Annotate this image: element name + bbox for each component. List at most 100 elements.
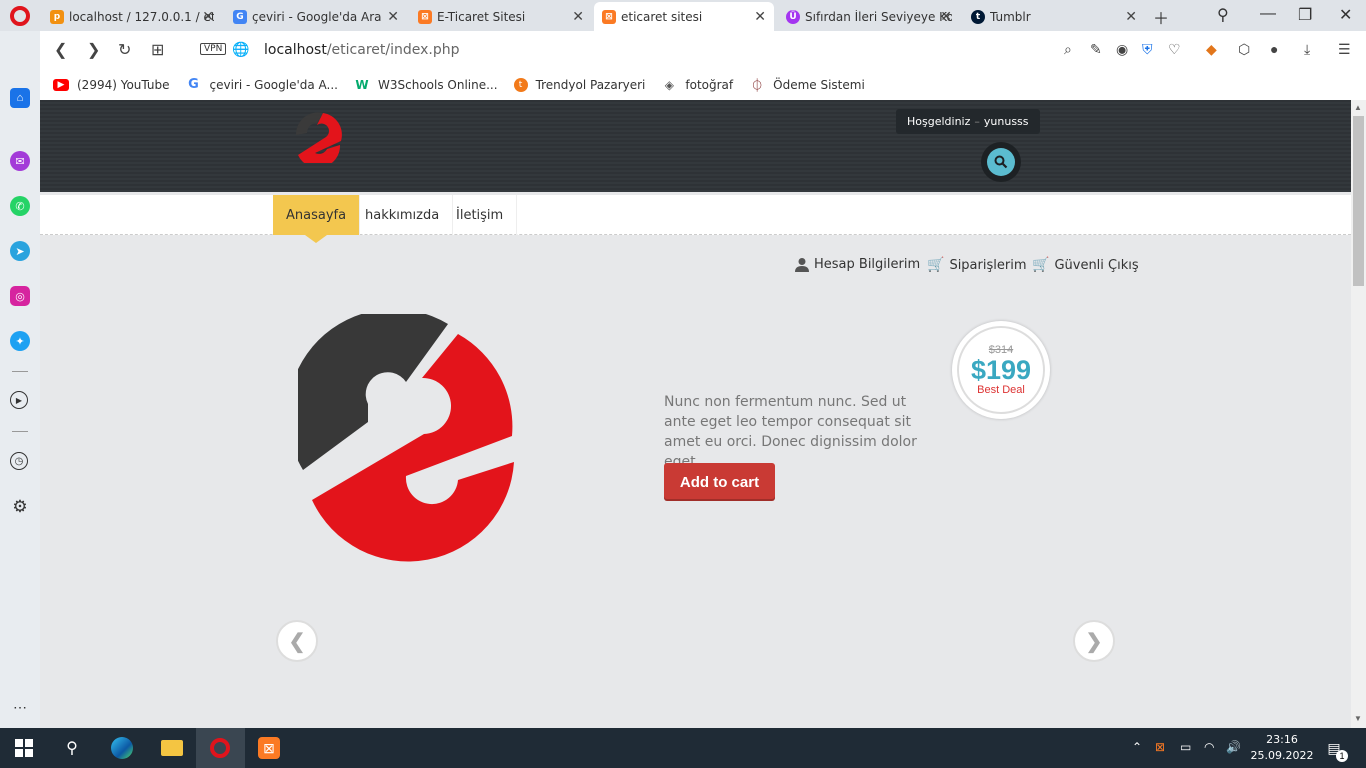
messenger-icon[interactable]: ✉ <box>10 151 30 171</box>
sidebar-divider <box>12 371 28 372</box>
trendyol-icon: t <box>513 77 528 92</box>
tab-udemy[interactable]: Ü Sıfırdan İleri Seviyeye Kod ✕ <box>778 2 960 31</box>
close-tab-icon[interactable]: ✕ <box>572 9 584 25</box>
volume-icon[interactable]: 🔊 <box>1226 740 1241 754</box>
windows-start-icon[interactable] <box>12 736 36 760</box>
history-icon[interactable]: ◷ <box>10 452 28 470</box>
tab-google[interactable]: G çeviri - Google'da Ara ✕ <box>225 2 407 31</box>
search-tabs-icon[interactable]: ⚲ <box>1217 5 1229 25</box>
account-link[interactable]: Hesap Bilgilerim <box>794 257 920 272</box>
site-logo[interactable] <box>293 107 343 163</box>
url-path: /eticaret/index.php <box>326 42 460 58</box>
speed-dial-icon[interactable]: ⊞ <box>151 40 164 60</box>
shield-icon[interactable]: ⛨ <box>1142 41 1153 58</box>
edge-icon[interactable] <box>110 736 134 760</box>
search-icon <box>994 155 1008 169</box>
bookmark-odeme[interactable]: ⏀ Ödeme Sistemi <box>749 77 865 95</box>
battery-icon[interactable]: ▭ <box>1180 740 1191 754</box>
more-icon[interactable]: ⋯ <box>10 697 30 717</box>
home-icon[interactable]: ⌂ <box>10 88 30 108</box>
tab-title: localhost / 127.0.0.1 / eticaret <box>69 9 214 24</box>
tumblr-icon: t <box>971 9 985 24</box>
logout-link[interactable]: 🛒 Güvenli Çıkış <box>1032 257 1139 273</box>
w3schools-icon: W <box>355 77 369 92</box>
metamask-icon[interactable]: ◆ <box>1206 41 1217 58</box>
notifications-icon[interactable]: ▤ 1 <box>1322 736 1348 762</box>
bookmark-trendyol[interactable]: t Trendyol Pazaryeri <box>513 77 646 92</box>
scroll-thumb[interactable] <box>1353 116 1364 286</box>
bookmark-label: fotoğraf <box>685 77 734 92</box>
windows-taskbar: ⚲ ⊠ ⌃ ⊠ ▭ ◠ 🔊 23:16 25.09.2022 ▤ 1 <box>0 728 1366 768</box>
bookmarks-bar: ▶ (2994) YouTube Gçeviri - Google'da A...… <box>40 69 1366 100</box>
download-icon[interactable]: ⤓ <box>1304 41 1310 58</box>
nav-contact[interactable]: İletişim <box>443 195 518 235</box>
restore-icon[interactable]: ❐ <box>1298 5 1312 25</box>
easy-setup-icon[interactable]: ☰ <box>1338 41 1351 58</box>
orders-link-label: Siparişlerim <box>949 257 1027 273</box>
send-icon[interactable]: ✎ <box>1090 41 1102 58</box>
scroll-up-icon[interactable]: ▲ <box>1354 103 1362 112</box>
xampp-taskbar-icon[interactable]: ⊠ <box>257 736 281 760</box>
scroll-down-icon[interactable]: ▼ <box>1354 714 1362 723</box>
google-icon: G <box>188 77 199 92</box>
new-tab-icon[interactable]: ＋ <box>1153 5 1169 29</box>
new-price: $199 <box>970 355 1032 385</box>
close-tab-icon[interactable]: ✕ <box>202 9 214 25</box>
whatsapp-icon[interactable]: ✆ <box>10 196 30 216</box>
back-icon[interactable]: ❮ <box>54 40 67 60</box>
slider-prev-button[interactable]: ❮ <box>276 620 318 662</box>
url-field[interactable]: localhost/eticaret/index.php <box>264 42 460 58</box>
tray-chevron-up-icon[interactable]: ⌃ <box>1132 740 1142 754</box>
nav-about[interactable]: hakkımızda <box>352 195 454 235</box>
opera-menu-icon[interactable] <box>10 6 30 26</box>
nav-home[interactable]: Anasayfa <box>273 195 361 243</box>
orders-link[interactable]: 🛒 Siparişlerim <box>927 257 1026 273</box>
instagram-icon[interactable]: ◎ <box>10 286 30 306</box>
welcome-text: Hoşgeldiniz <box>907 115 971 128</box>
tab-title: Tumblr <box>990 9 1031 24</box>
tab-phpmyadmin[interactable]: p localhost / 127.0.0.1 / eticaret ✕ <box>42 2 222 31</box>
zoom-search-icon[interactable]: ⌕ <box>1064 41 1072 58</box>
close-tab-icon[interactable]: ✕ <box>940 9 952 25</box>
opera-taskbar-icon[interactable] <box>208 736 232 760</box>
xampp-tray-icon[interactable]: ⊠ <box>1155 740 1165 754</box>
cube-icon[interactable]: ⬡ <box>1238 41 1250 58</box>
tab-tumblr[interactable]: t Tumblr ✕ <box>963 2 1145 31</box>
minimize-icon[interactable]: — <box>1260 5 1276 23</box>
reload-icon[interactable]: ↻ <box>118 40 131 60</box>
product-logo-image <box>298 314 514 562</box>
bookmark-label: Trendyol Pazaryeri <box>535 77 646 92</box>
tab-eticaret-sitesi[interactable]: ⊠ E-Ticaret Sitesi ✕ <box>410 2 592 31</box>
heart-icon[interactable]: ♡ <box>1168 41 1181 58</box>
system-clock[interactable]: 23:16 25.09.2022 <box>1250 732 1314 764</box>
welcome-badge: Hoşgeldiniz – yunusss <box>896 109 1040 134</box>
settings-icon[interactable]: ⚙ <box>10 497 30 517</box>
slider-next-button[interactable]: ❯ <box>1073 620 1115 662</box>
twitter-icon[interactable]: ✦ <box>10 331 30 351</box>
close-tab-icon[interactable]: ✕ <box>754 9 766 25</box>
player-icon[interactable]: ▶ <box>10 391 28 409</box>
bookmark-label: W3Schools Online... <box>378 77 498 92</box>
add-to-cart-button[interactable]: Add to cart <box>664 463 775 501</box>
page-scrollbar[interactable]: ▲ ▼ <box>1351 100 1366 728</box>
profile-icon[interactable]: ● <box>1270 41 1278 57</box>
close-tab-icon[interactable]: ✕ <box>1125 9 1137 25</box>
bookmark-w3schools[interactable]: W W3Schools Online... <box>354 77 498 92</box>
search-icon[interactable]: ⚲ <box>60 736 84 760</box>
tab-strip: p localhost / 127.0.0.1 / eticaret ✕ G ç… <box>0 0 1366 31</box>
bookmark-fotograf[interactable]: ◈ fotoğraf <box>661 78 733 92</box>
bookmark-google[interactable]: Gçeviri - Google'da A... <box>186 77 338 92</box>
forward-icon[interactable]: ❯ <box>87 40 100 60</box>
telegram-icon[interactable]: ➤ <box>10 241 30 261</box>
bookmark-label: Ödeme Sistemi <box>773 77 865 92</box>
snapshot-icon[interactable]: ◉ <box>1116 41 1128 58</box>
wifi-icon[interactable]: ◠ <box>1204 740 1214 754</box>
site-search-button[interactable] <box>981 142 1021 182</box>
close-tab-icon[interactable]: ✕ <box>387 9 399 25</box>
vpn-badge[interactable]: VPN <box>200 43 227 55</box>
tab-eticaret-active[interactable]: ⊠ eticaret sitesi ✕ <box>594 2 774 31</box>
file-explorer-icon[interactable] <box>160 736 184 760</box>
bookmark-youtube[interactable]: ▶ (2994) YouTube <box>53 78 170 92</box>
close-window-icon[interactable]: ✕ <box>1339 5 1352 25</box>
product-description: Nunc non fermentum nunc. Sed ut ante ege… <box>664 394 917 470</box>
